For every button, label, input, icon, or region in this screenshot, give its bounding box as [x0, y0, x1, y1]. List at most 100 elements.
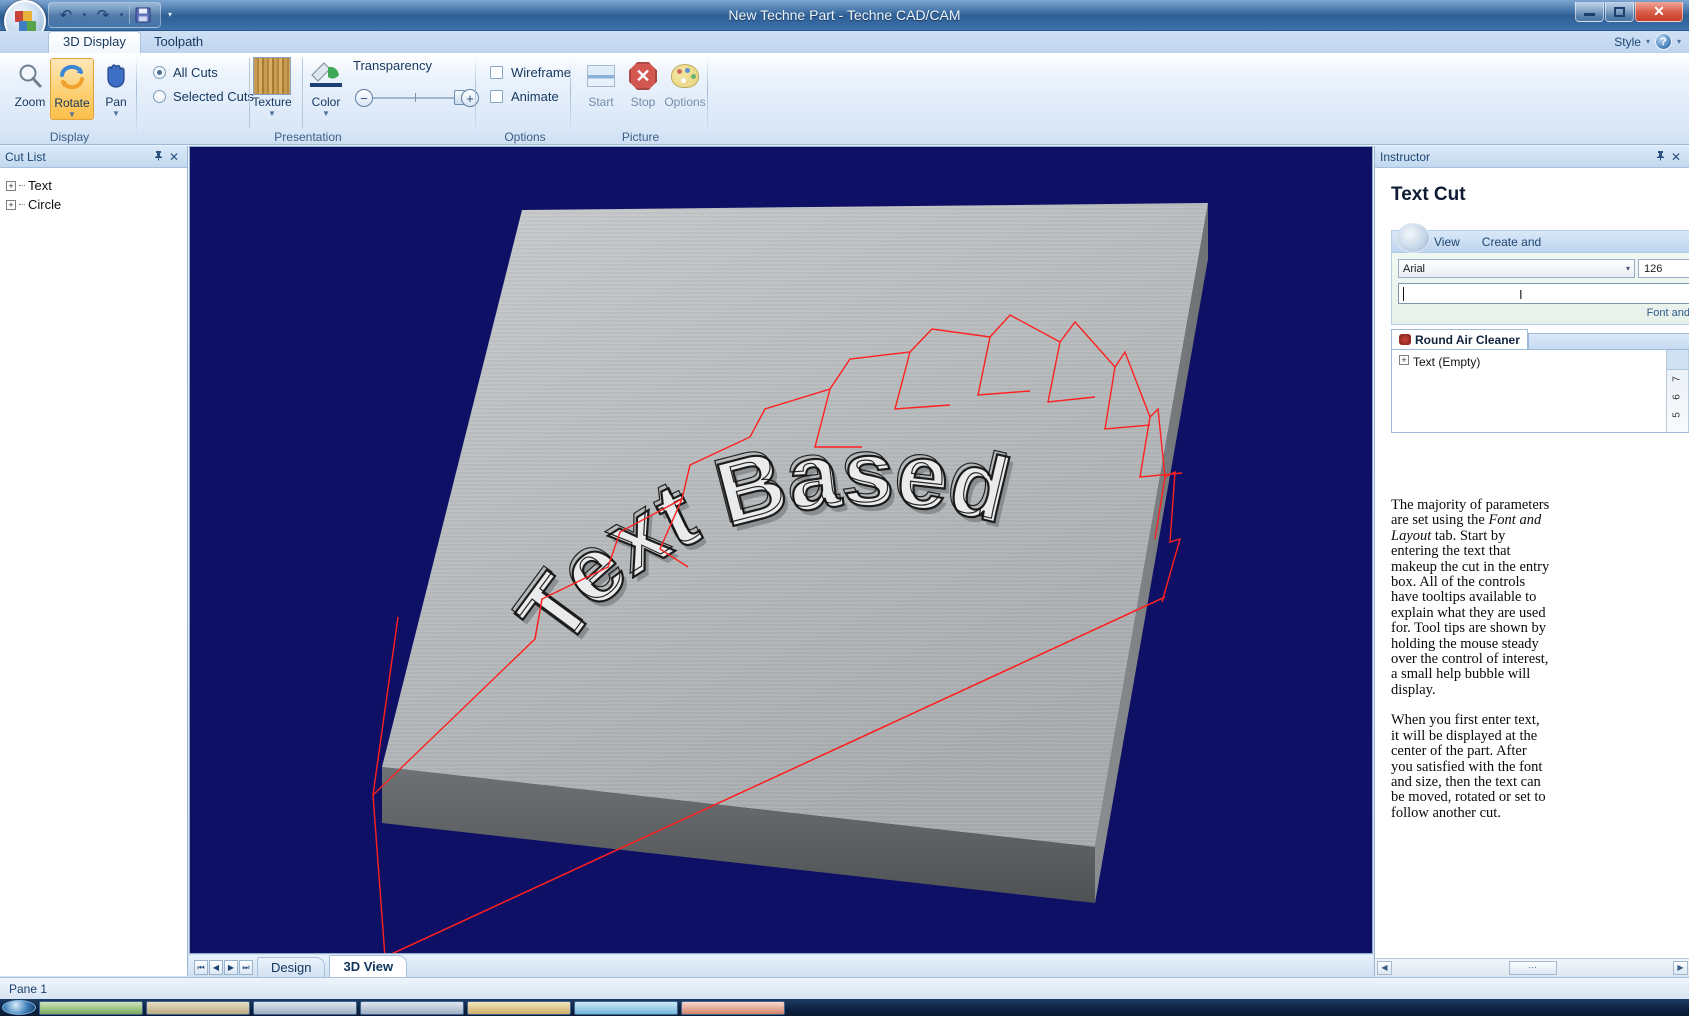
- redo-icon[interactable]: ↷: [92, 4, 114, 26]
- tree-item-label: Text: [28, 178, 52, 193]
- tree-item-circle[interactable]: + Circle: [6, 195, 181, 214]
- pan-dropdown-icon[interactable]: ▼: [94, 109, 138, 118]
- zoom-button[interactable]: Zoom: [8, 58, 52, 109]
- picture-options-button[interactable]: Options: [663, 58, 707, 109]
- color-button[interactable]: Color ▼: [300, 58, 352, 118]
- magnifier-icon: [8, 58, 52, 94]
- scroll-right-button[interactable]: ▶: [1673, 961, 1688, 975]
- animate-checkbox-box[interactable]: [490, 90, 503, 103]
- radio-selected-cuts-indicator[interactable]: [153, 90, 166, 103]
- first-record-button[interactable]: ⏮: [194, 960, 208, 975]
- window-title: New Techne Part - Techne CAD/CAM: [0, 7, 1689, 23]
- document-icon: [1399, 334, 1411, 345]
- ruler-corner: [1667, 350, 1688, 370]
- transparency-slider[interactable]: − +: [355, 88, 479, 108]
- close-icon[interactable]: ✕: [1668, 150, 1684, 164]
- status-bar: Pane 1: [0, 977, 1689, 999]
- tree-item-label: Circle: [28, 197, 61, 212]
- help-icon[interactable]: ?: [1655, 33, 1672, 50]
- scroll-thumb[interactable]: ⋯: [1509, 961, 1557, 975]
- rotate-label: Rotate: [51, 97, 93, 110]
- help-dropdown-icon[interactable]: ▾: [1677, 37, 1681, 46]
- hand-icon: [94, 58, 138, 94]
- tab-design[interactable]: Design: [257, 957, 325, 977]
- ribbon-group-presentation: All Cuts Selected Cuts Texture ▼: [140, 53, 476, 145]
- group-divider-3: [570, 58, 571, 136]
- pin-icon[interactable]: [1652, 150, 1668, 164]
- checkbox-animate[interactable]: Animate: [490, 89, 559, 104]
- tab-3d-display[interactable]: 3D Display: [48, 31, 141, 53]
- screenshot-doc-tabs: Round Air Cleaner: [1391, 329, 1689, 349]
- taskbar-item[interactable]: [253, 1001, 357, 1015]
- previous-record-button[interactable]: ◀: [209, 960, 223, 975]
- taskbar-item[interactable]: [360, 1001, 464, 1015]
- stop-sign-icon: ✕: [621, 58, 665, 94]
- pin-icon[interactable]: [150, 150, 166, 164]
- instructor-text: The majority of parameters are set using…: [1391, 498, 1551, 836]
- cut-list-title: Cut List: [5, 150, 46, 164]
- title-bar: New Techne Part - Techne CAD/CAM ↶ ▾ ↷ ▾…: [0, 0, 1689, 31]
- start-button-icon[interactable]: [2, 1000, 36, 1015]
- start-button[interactable]: Start: [579, 58, 623, 109]
- last-record-button[interactable]: ⏭: [239, 960, 253, 975]
- group-divider: [136, 58, 137, 136]
- taskbar-item[interactable]: [681, 1001, 785, 1015]
- ribbon-group-picture: Start ✕ Stop Options Picture: [573, 53, 708, 145]
- scroll-left-button[interactable]: ◀: [1377, 961, 1392, 975]
- taskbar-item[interactable]: [146, 1001, 250, 1015]
- close-button[interactable]: ✕: [1635, 2, 1683, 22]
- undo-dropdown-icon[interactable]: ▾: [79, 4, 90, 26]
- checkbox-wireframe[interactable]: Wireframe: [490, 65, 571, 80]
- group-divider-2: [475, 58, 476, 136]
- radio-all-cuts-indicator[interactable]: [153, 66, 166, 79]
- transparency-increase-button[interactable]: +: [461, 89, 479, 107]
- color-dropdown-icon[interactable]: ▼: [300, 109, 352, 118]
- ibeam-cursor-icon: I: [1519, 287, 1523, 302]
- maximize-button[interactable]: [1605, 2, 1634, 22]
- stop-button[interactable]: ✕ Stop: [621, 58, 665, 109]
- close-icon[interactable]: ✕: [166, 150, 182, 164]
- screenshot-tab-filler: [1528, 333, 1689, 349]
- radio-selected-cuts[interactable]: Selected Cuts: [153, 89, 254, 104]
- group-label-display: Display: [2, 130, 137, 144]
- texture-button[interactable]: Texture ▼: [246, 58, 298, 118]
- pan-button[interactable]: Pan ▼: [94, 58, 138, 118]
- transparency-decrease-button[interactable]: −: [355, 89, 373, 107]
- instructor-horizontal-scrollbar[interactable]: ◀ ⋯ ▶: [1375, 958, 1689, 976]
- tab-toolpath[interactable]: Toolpath: [140, 31, 217, 53]
- record-navigation: ⏮ ◀ ▶ ⏭: [194, 960, 253, 977]
- save-icon[interactable]: [132, 4, 154, 26]
- zoom-label: Zoom: [8, 96, 52, 109]
- rotate-button[interactable]: Rotate ▼: [50, 58, 94, 120]
- color-icon: [300, 58, 352, 94]
- undo-icon[interactable]: ↶: [55, 4, 77, 26]
- expander-icon[interactable]: +: [6, 200, 16, 210]
- next-record-button[interactable]: ▶: [224, 960, 238, 975]
- minimize-button[interactable]: [1575, 2, 1604, 22]
- view-tab-bar: ⏮ ◀ ▶ ⏭ Design 3D View: [189, 955, 1373, 977]
- texture-dropdown-icon[interactable]: ▼: [246, 109, 298, 118]
- wireframe-checkbox-box[interactable]: [490, 66, 503, 79]
- cut-list-panel: Cut List ✕ + Text + Circle: [0, 146, 188, 976]
- tab-3d-view[interactable]: 3D View: [329, 955, 407, 977]
- redo-dropdown-icon[interactable]: ▾: [116, 4, 127, 26]
- qat-customize-icon[interactable]: ▾: [168, 10, 172, 19]
- radio-all-cuts[interactable]: All Cuts: [153, 65, 218, 80]
- start-label: Start: [579, 96, 623, 109]
- expander-icon[interactable]: +: [6, 181, 16, 191]
- status-pane-label: Pane 1: [9, 982, 47, 996]
- texture-label: Texture: [246, 96, 298, 109]
- cut-list-tree: + Text + Circle: [0, 168, 187, 222]
- tree-item-text[interactable]: + Text: [6, 176, 181, 195]
- 3d-viewport[interactable]: Text Based Design Text Based Design Text…: [189, 146, 1373, 954]
- radio-selected-cuts-label: Selected Cuts: [173, 89, 254, 104]
- group-divider-4: [707, 58, 708, 136]
- rotate-dropdown-icon[interactable]: ▼: [51, 110, 93, 119]
- taskbar-item[interactable]: [574, 1001, 678, 1015]
- taskbar-item[interactable]: [39, 1001, 143, 1015]
- transparency-control: Transparency − +: [347, 58, 475, 73]
- taskbar-item[interactable]: [467, 1001, 571, 1015]
- style-dropdown-icon[interactable]: ▾: [1646, 37, 1650, 46]
- picture-options-label: Options: [663, 96, 707, 109]
- style-label[interactable]: Style: [1614, 35, 1641, 49]
